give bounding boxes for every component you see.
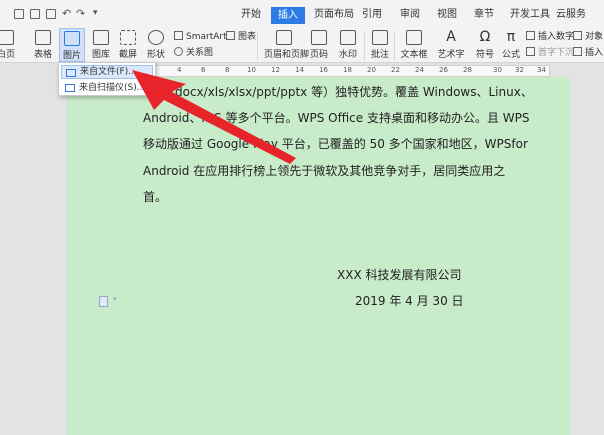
arrow-shape xyxy=(132,70,296,164)
annotation-arrow xyxy=(132,70,296,164)
